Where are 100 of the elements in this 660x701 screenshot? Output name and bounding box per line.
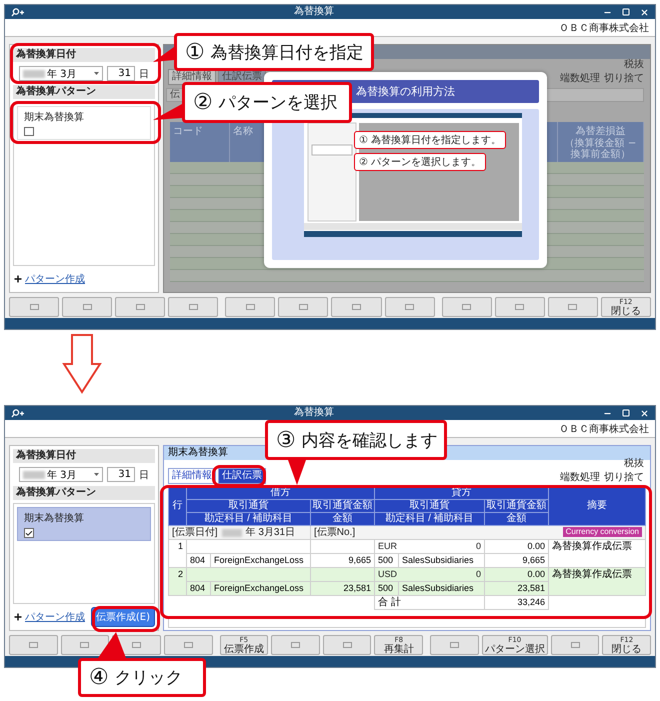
table-cell: ForeignExchangeLoss: [210, 582, 310, 596]
table-cell: EUR: [378, 540, 398, 553]
caret-icon: [94, 472, 99, 476]
column-header: 行: [168, 486, 186, 526]
table-cell: 0: [476, 540, 481, 553]
checkbox[interactable]: [24, 127, 34, 136]
maximize-icon[interactable]: [622, 409, 630, 417]
step-number: ④: [89, 665, 109, 690]
day-unit: 日: [139, 68, 149, 80]
table-cell: 為替換算作成伝票: [548, 568, 646, 596]
rounding-value: 切り捨て: [604, 72, 644, 85]
key-icon: [82, 304, 92, 310]
day-field[interactable]: 31: [107, 467, 135, 482]
month-dropdown[interactable]: 年 3月: [19, 467, 103, 482]
tax-label: 税抜: [624, 58, 644, 71]
redacted-mark: [23, 70, 45, 78]
tab[interactable]: 仕訳伝票: [218, 468, 266, 484]
function-key[interactable]: [548, 297, 598, 317]
column-header: 勘定科目 / 補助科目: [186, 512, 310, 526]
column-header: 摘要: [548, 486, 646, 526]
function-key[interactable]: [271, 635, 320, 655]
function-key[interactable]: [278, 297, 328, 317]
section-heading: 為替換算パターン: [13, 85, 155, 99]
function-key[interactable]: [331, 297, 382, 317]
column-header: 金額: [310, 512, 374, 526]
day-field[interactable]: 31: [107, 66, 135, 81]
search-add-icon[interactable]: [11, 8, 25, 16]
column-header: 取引通貨金額: [484, 500, 548, 512]
column-header: 金額: [484, 512, 548, 526]
function-key[interactable]: [494, 297, 545, 317]
create-pattern-link[interactable]: パターン作成: [25, 610, 85, 624]
voucher-date: 年 3月31日: [246, 526, 296, 539]
function-key[interactable]: [164, 635, 213, 655]
section-heading: 為替換算日付: [13, 449, 155, 463]
function-key[interactable]: [384, 297, 435, 317]
maximize-icon[interactable]: [622, 8, 630, 16]
section-heading: 為替換算日付: [13, 48, 155, 62]
table-cell: 23,581: [310, 582, 374, 596]
callout-text: クリック: [114, 667, 183, 689]
window-title: 為替換算: [293, 5, 335, 19]
key-icon: [188, 304, 198, 310]
close-icon[interactable]: [640, 8, 649, 16]
redacted-mark: [23, 470, 45, 478]
callout-text: 為替換算日付を指定: [210, 42, 364, 64]
function-key[interactable]: [225, 297, 276, 317]
checkbox[interactable]: [24, 528, 34, 538]
pattern-item[interactable]: 期末為替換算: [17, 106, 151, 140]
rounding-value: 切り捨て: [604, 470, 644, 484]
date-label: [伝票日付]: [172, 526, 218, 539]
section-heading: 為替換算パターン: [13, 486, 155, 500]
function-key[interactable]: [62, 297, 112, 317]
key-icon: [291, 642, 300, 648]
total-label: 合 計: [374, 596, 484, 610]
column-header: 名称: [233, 125, 253, 138]
function-key[interactable]: [60, 635, 110, 655]
key-icon: [246, 304, 255, 310]
key-icon: [136, 304, 145, 310]
function-key[interactable]: [115, 297, 166, 317]
plus-icon: [13, 612, 23, 622]
column-header: 取引通貨: [186, 500, 310, 512]
down-arrow-icon: [62, 334, 102, 394]
key-icon: [80, 642, 90, 648]
create-pattern-link[interactable]: パターン作成: [25, 272, 85, 286]
key-icon: [352, 304, 361, 310]
function-key[interactable]: [430, 635, 479, 655]
rounding-label: 端数処理: [560, 72, 600, 85]
key-icon: [462, 304, 472, 310]
key-icon: [450, 642, 459, 648]
function-key[interactable]: [442, 297, 492, 317]
rounding-label: 端数処理: [560, 470, 600, 484]
window-title: 為替換算: [293, 406, 335, 420]
search-add-icon[interactable]: [11, 408, 25, 418]
function-key[interactable]: [322, 635, 372, 655]
tab[interactable]: 詳細情報: [168, 468, 216, 484]
function-key[interactable]: [9, 297, 60, 317]
company-name: ＯＢＣ商事株式会社: [559, 422, 649, 436]
tag: Currency conversion: [562, 527, 642, 537]
voucher-number-label: [伝票No.]: [314, 527, 356, 538]
key-icon: [568, 304, 578, 310]
key-icon: [30, 304, 39, 310]
table-cell: 23,581: [484, 582, 548, 596]
company-name: ＯＢＣ商事株式会社: [559, 22, 649, 34]
function-key[interactable]: [9, 635, 58, 655]
total-amount: 33,246: [484, 596, 548, 610]
month-dropdown[interactable]: 年 3月: [19, 66, 103, 81]
column-header: 勘定科目 / 補助科目: [374, 512, 484, 526]
guide-note: ① 為替換算日付を指定します。: [354, 131, 506, 149]
column-header: 取引通貨金額: [310, 500, 374, 512]
pattern-item[interactable]: 期末為替換算: [17, 507, 151, 541]
key-icon: [28, 642, 38, 648]
day-unit: 日: [139, 468, 149, 482]
table-cell: 500: [374, 582, 398, 596]
function-key[interactable]: [168, 297, 218, 317]
key-icon: [132, 642, 142, 648]
key-icon: [405, 304, 414, 310]
function-key[interactable]: [550, 635, 600, 655]
close-icon[interactable]: [640, 408, 649, 418]
key-icon: [298, 304, 308, 310]
column-header: コード: [173, 125, 203, 138]
table-cell: 0: [476, 568, 481, 581]
